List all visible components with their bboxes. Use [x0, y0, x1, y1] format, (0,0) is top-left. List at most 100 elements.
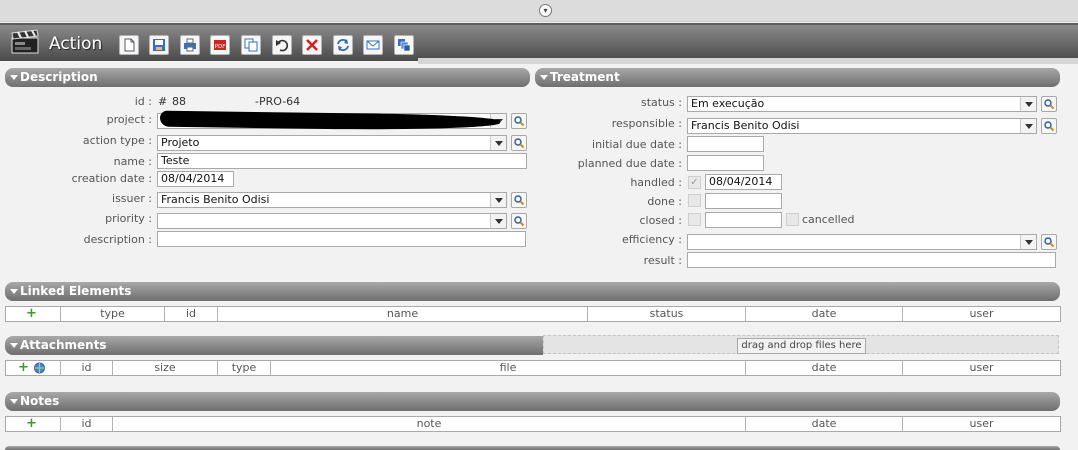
column-header-date[interactable]: date	[746, 361, 903, 375]
result-label: result :	[643, 254, 682, 267]
action-type-search-button[interactable]	[511, 135, 527, 151]
linked-elements-header-label: Linked Elements	[20, 284, 132, 298]
creation-date-input[interactable]: 08/04/2014	[157, 171, 234, 187]
closed-checkbox[interactable]	[688, 213, 701, 226]
save-icon	[153, 39, 165, 51]
creation-date-label: creation date :	[71, 172, 152, 185]
id-hash: #	[158, 95, 168, 108]
pdf-button[interactable]: PDF	[210, 35, 230, 55]
responsible-select[interactable]: Francis Benito Odisi	[687, 118, 1037, 134]
print-button[interactable]	[180, 35, 200, 55]
done-checkbox[interactable]	[688, 194, 701, 207]
drag-drop-files-label[interactable]: drag and drop files here	[737, 338, 866, 354]
chevron-down-icon	[1020, 119, 1036, 133]
attachments-add-cell: +	[6, 361, 61, 375]
column-header-status[interactable]: status	[588, 307, 746, 321]
next-section-header-partial	[5, 446, 1060, 450]
name-input[interactable]: Teste	[157, 153, 527, 169]
cancelled-label: cancelled	[802, 213, 855, 226]
column-header-id[interactable]: id	[61, 361, 113, 375]
efficiency-select[interactable]	[687, 234, 1037, 250]
collapse-triangle-icon	[10, 75, 18, 80]
refresh-button[interactable]	[333, 35, 353, 55]
handled-date-input[interactable]: 08/04/2014	[705, 174, 782, 190]
save-button[interactable]	[149, 35, 169, 55]
column-header-id[interactable]: id	[165, 307, 218, 321]
column-header-user[interactable]: user	[903, 307, 1060, 321]
new-button[interactable]	[119, 35, 139, 55]
undo-button[interactable]	[272, 35, 292, 55]
attachments-section-header[interactable]: Attachments	[5, 336, 543, 355]
planned-due-date-input[interactable]	[687, 155, 764, 171]
column-header-id[interactable]: id	[61, 417, 113, 431]
efficiency-search-button[interactable]	[1041, 234, 1057, 250]
issuer-select[interactable]: Francis Benito Odisi	[157, 192, 507, 208]
add-icon[interactable]: +	[26, 417, 37, 430]
priority-search-button[interactable]	[511, 213, 527, 229]
closed-date-input[interactable]	[705, 212, 782, 228]
notes-section-header[interactable]: Notes	[5, 392, 1060, 411]
add-icon[interactable]: +	[18, 361, 29, 374]
linked-elements-table-header: + type id name status date user	[5, 306, 1061, 322]
collapse-triangle-icon	[540, 75, 548, 80]
status-search-button[interactable]	[1041, 96, 1057, 112]
delete-button[interactable]	[302, 35, 322, 55]
priority-select[interactable]	[157, 213, 507, 229]
initial-due-date-input[interactable]	[687, 136, 764, 152]
done-label: done :	[647, 195, 682, 208]
action-type-select[interactable]: Projeto	[157, 135, 507, 151]
done-date-input[interactable]	[705, 193, 782, 209]
closed-label: closed :	[639, 214, 682, 227]
pdf-icon: PDF	[214, 40, 226, 50]
column-header-user[interactable]: user	[903, 361, 1060, 375]
responsible-label: responsible :	[611, 117, 682, 130]
copy-button[interactable]	[241, 35, 261, 55]
description-section-header[interactable]: Description	[5, 68, 530, 87]
column-header-date[interactable]: date	[746, 417, 903, 431]
notes-table-header: + id note date user	[5, 416, 1061, 432]
add-link-globe-icon[interactable]	[33, 362, 46, 374]
email-button[interactable]	[363, 35, 383, 55]
description-label: description :	[83, 233, 152, 246]
id-value: 88	[172, 95, 186, 108]
status-label: status :	[640, 96, 682, 109]
column-header-file[interactable]: file	[271, 361, 746, 375]
issuer-search-button[interactable]	[511, 192, 527, 208]
linked-elements-section-header[interactable]: Linked Elements	[5, 282, 1060, 301]
print-icon	[184, 38, 196, 52]
multiple-update-button[interactable]	[394, 35, 414, 55]
column-header-size[interactable]: size	[113, 361, 218, 375]
column-header-type[interactable]: type	[218, 361, 271, 375]
collapse-toggle-icon[interactable]: ▾	[539, 4, 552, 17]
collapse-triangle-icon	[10, 399, 18, 404]
notes-header-label: Notes	[20, 394, 60, 408]
issuer-label: issuer :	[112, 192, 152, 205]
column-header-name[interactable]: name	[218, 307, 588, 321]
column-header-note[interactable]: note	[113, 417, 746, 431]
notes-add-cell: +	[6, 417, 61, 431]
chevron-down-icon	[490, 136, 506, 150]
responsible-search-button[interactable]	[1041, 118, 1057, 134]
collapse-triangle-icon	[10, 289, 18, 294]
search-icon	[514, 138, 525, 149]
cancelled-checkbox[interactable]	[786, 213, 799, 226]
column-header-type[interactable]: type	[61, 307, 165, 321]
svg-text:PDF: PDF	[215, 44, 226, 50]
description-input[interactable]	[157, 231, 526, 247]
action-type-label: action type :	[82, 134, 152, 147]
search-icon	[514, 216, 525, 227]
search-icon	[1044, 237, 1055, 248]
add-icon[interactable]: +	[26, 307, 37, 320]
column-header-date[interactable]: date	[746, 307, 903, 321]
undo-icon	[276, 39, 289, 52]
column-header-user[interactable]: user	[903, 417, 1060, 431]
description-header-label: Description	[20, 70, 98, 84]
treatment-section-header[interactable]: Treatment	[535, 68, 1060, 87]
copy-icon	[244, 38, 258, 52]
delete-icon	[306, 39, 318, 51]
status-select[interactable]: Em execução	[687, 96, 1037, 112]
chevron-down-icon	[490, 214, 506, 228]
result-input[interactable]	[687, 252, 1056, 268]
project-search-button[interactable]	[511, 113, 527, 129]
handled-checkbox[interactable]: ✓	[688, 176, 701, 189]
